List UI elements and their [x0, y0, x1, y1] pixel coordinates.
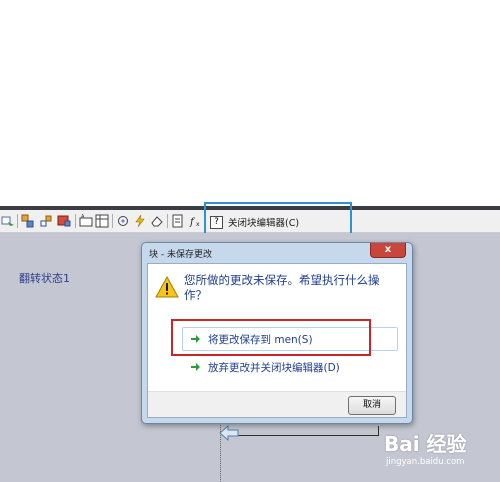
flip-grip-bracket: [238, 426, 379, 436]
dialog-close-button[interactable]: x: [370, 243, 406, 258]
warning-icon: [155, 276, 179, 298]
function-icon[interactable]: fx: [189, 214, 203, 228]
discard-changes-option[interactable]: 放弃更改并关闭块编辑器(D): [182, 355, 340, 379]
watermark-logo: Bai 经验: [384, 432, 467, 456]
authoring-palette-icon[interactable]: [116, 214, 130, 228]
flip-arrow-icon[interactable]: [219, 425, 239, 441]
toolbar-separator: [75, 214, 76, 228]
dialog-footer: 取消: [148, 391, 406, 417]
dialog-title: 块 - 未保存更改: [149, 250, 212, 260]
cancel-button[interactable]: 取消: [348, 396, 396, 415]
toolbar-separator: [17, 214, 18, 228]
edit-attribute-icon[interactable]: [1, 214, 15, 228]
svg-text:A: A: [81, 214, 85, 220]
discard-changes-label: 放弃更改并关闭块编辑器(D): [208, 361, 340, 374]
green-arrow-icon: [191, 363, 200, 371]
baidu-jingyan-watermark: Bai 经验 jingyan.baidu.com: [380, 428, 498, 478]
watermark-url: jingyan.baidu.com: [386, 457, 465, 467]
dialog-message: 您所做的更改未保存。希望执行什么操作？: [184, 273, 380, 302]
block-table-icon[interactable]: [57, 214, 71, 228]
svg-text:f: f: [189, 217, 196, 228]
svg-text:x: x: [196, 221, 200, 228]
save-option-highlight-box: [171, 319, 371, 356]
lightning-icon[interactable]: [133, 214, 147, 228]
flip-state-label[interactable]: 翻转状态1: [19, 270, 70, 286]
parameter-icon[interactable]: [21, 214, 35, 228]
toolbar-separator: [112, 214, 113, 228]
visibility-table-icon[interactable]: [95, 214, 109, 228]
action-icon[interactable]: [39, 214, 53, 228]
toolbar-separator: [167, 214, 168, 228]
eraser-icon[interactable]: [150, 214, 164, 228]
upper-workspace: [0, 0, 500, 206]
save-block-icon[interactable]: [171, 214, 185, 228]
attribute-definition-icon[interactable]: A: [79, 214, 93, 228]
